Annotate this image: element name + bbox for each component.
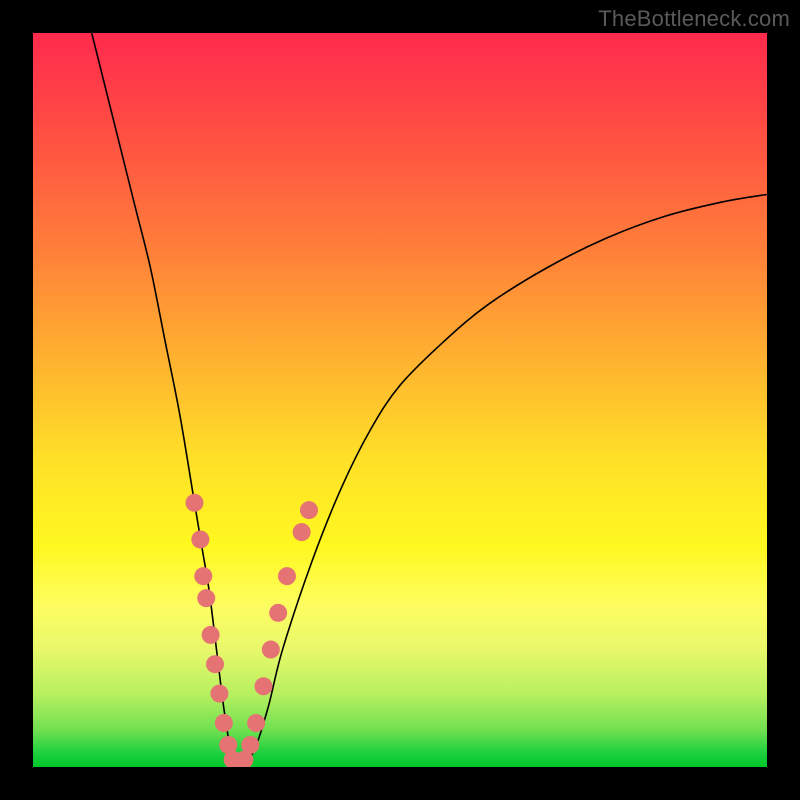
bottleneck-chart-svg — [33, 33, 767, 767]
data-marker — [215, 714, 233, 732]
data-marker — [293, 523, 311, 541]
data-marker — [269, 604, 287, 622]
data-marker — [191, 530, 209, 548]
data-marker — [278, 567, 296, 585]
data-marker — [202, 626, 220, 644]
bottleneck-curve — [92, 33, 767, 767]
marker-group — [185, 494, 318, 767]
data-marker — [241, 736, 259, 754]
data-marker — [247, 714, 265, 732]
data-marker — [254, 677, 272, 695]
data-marker — [300, 501, 318, 519]
data-marker — [210, 685, 228, 703]
chart-frame: TheBottleneck.com — [0, 0, 800, 800]
data-marker — [194, 567, 212, 585]
data-marker — [206, 655, 224, 673]
watermark-text: TheBottleneck.com — [598, 6, 790, 32]
data-marker — [262, 641, 280, 659]
data-marker — [197, 589, 215, 607]
data-marker — [185, 494, 203, 512]
chart-plot-area — [33, 33, 767, 767]
